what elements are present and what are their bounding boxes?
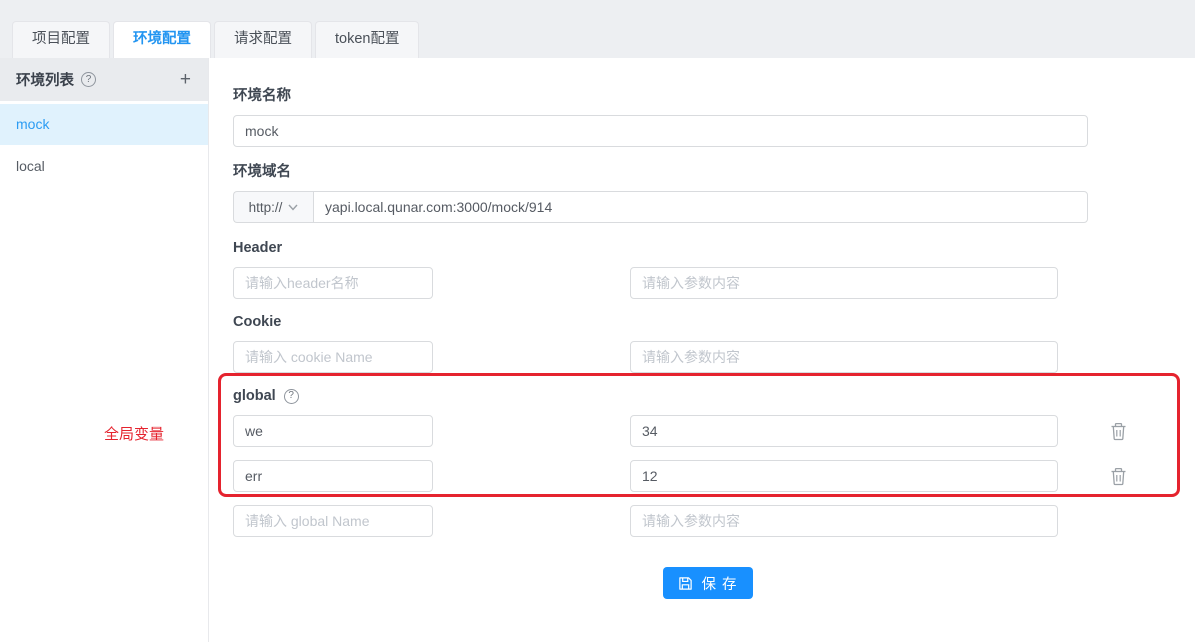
save-row: 保 存 [233, 567, 1088, 599]
cookie-section-label: Cookie [233, 312, 1195, 332]
global-row-empty [233, 505, 1195, 537]
environment-sidebar: 环境列表 ? + mock local [0, 58, 209, 642]
cookie-value-input[interactable] [630, 341, 1058, 373]
global-name-input-1[interactable] [233, 415, 433, 447]
save-icon [678, 576, 693, 591]
save-button-label: 保 存 [701, 573, 737, 594]
global-section-header: global ? [233, 386, 1195, 406]
header-name-input[interactable] [233, 267, 433, 299]
annotation-text: 全局变量 [104, 423, 164, 444]
protocol-value: http:// [249, 200, 283, 215]
cookie-name-input[interactable] [233, 341, 433, 373]
global-value-input-2[interactable] [630, 460, 1058, 492]
env-domain-label: 环境域名 [233, 162, 1195, 182]
tab-request-config[interactable]: 请求配置 [214, 21, 312, 58]
chevron-down-icon [288, 204, 298, 211]
trash-icon [1110, 467, 1127, 486]
global-name-input-new[interactable] [233, 505, 433, 537]
delete-global-row-1-button[interactable] [1108, 421, 1128, 441]
protocol-select[interactable]: http:// [233, 191, 313, 223]
env-name-label: 环境名称 [233, 86, 1195, 106]
header-section-label: Header [233, 238, 1195, 258]
help-icon[interactable]: ? [81, 72, 96, 87]
sidebar-item-local[interactable]: local [0, 146, 208, 187]
sidebar-header: 环境列表 ? + [0, 58, 208, 101]
header-row [233, 267, 1195, 299]
env-domain-input[interactable] [313, 191, 1088, 223]
tab-bar: 项目配置 环境配置 请求配置 token配置 [0, 0, 1195, 58]
global-value-input-1[interactable] [630, 415, 1058, 447]
env-name-input[interactable] [233, 115, 1088, 147]
global-name-input-2[interactable] [233, 460, 433, 492]
sidebar-title: 环境列表 [16, 69, 74, 90]
global-help-icon[interactable]: ? [284, 389, 299, 404]
trash-icon [1110, 422, 1127, 441]
sidebar-item-mock[interactable]: mock [0, 104, 208, 145]
global-value-input-new[interactable] [630, 505, 1058, 537]
tab-project-config[interactable]: 项目配置 [12, 21, 110, 58]
save-button[interactable]: 保 存 [663, 567, 752, 599]
delete-global-row-2-button[interactable] [1108, 466, 1128, 486]
global-section-label: global [233, 386, 276, 406]
add-environment-button[interactable]: + [180, 70, 191, 89]
env-config-panel: 环境名称 环境域名 http:// Header Cookie global ? [209, 58, 1195, 642]
global-row-1 [233, 415, 1195, 447]
header-value-input[interactable] [630, 267, 1058, 299]
tab-env-config[interactable]: 环境配置 [113, 21, 211, 58]
cookie-row [233, 341, 1195, 373]
tab-token-config[interactable]: token配置 [315, 21, 419, 58]
global-row-2 [233, 460, 1195, 492]
env-domain-group: http:// [233, 191, 1088, 223]
